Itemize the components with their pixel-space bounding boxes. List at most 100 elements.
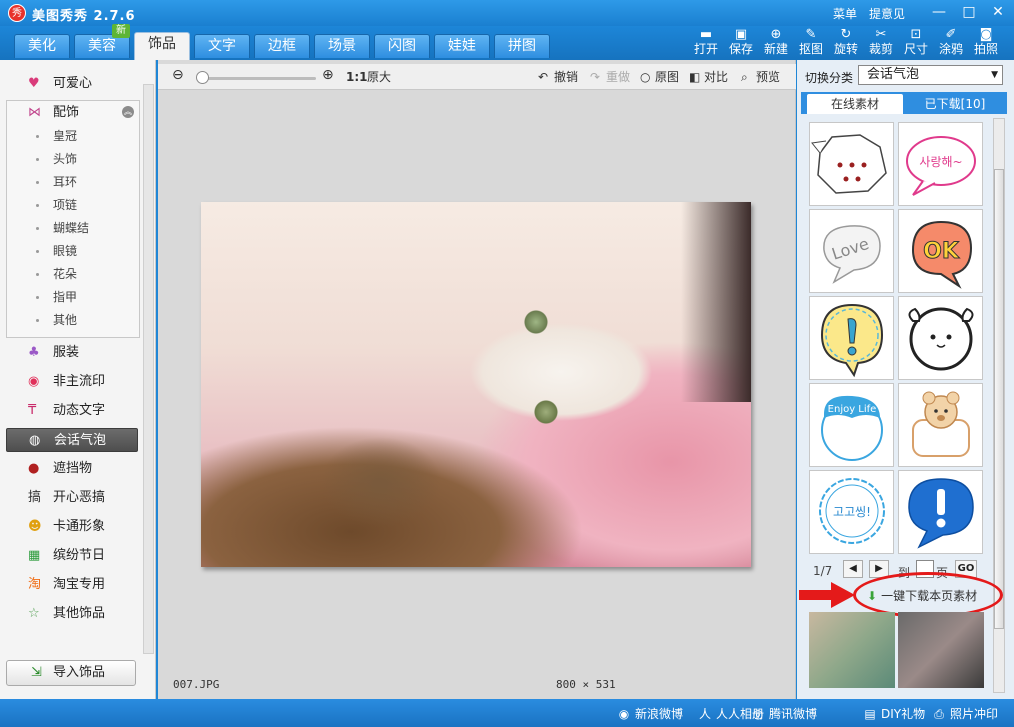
bullet-icon (36, 273, 39, 276)
close-button[interactable]: ✕ (987, 3, 1009, 21)
sidebar-item-speech-bubble[interactable]: ◍ 会话气泡 (6, 428, 138, 452)
original-button[interactable]: 原图 (655, 69, 679, 85)
sticker-blue-exclaim-bubble[interactable] (898, 470, 983, 554)
tab-collage[interactable]: 拼图 (494, 34, 550, 58)
tab-online-stickers[interactable]: 在线素材 (807, 94, 903, 114)
menu-link[interactable]: 菜单 (833, 5, 857, 22)
sidebar-item-festival[interactable]: ▦ 缤纷节日 (6, 544, 138, 568)
preview-icon[interactable]: ⌕ (741, 69, 748, 85)
minimize-button[interactable]: — (928, 3, 950, 21)
tab-downloaded-stickers[interactable]: 已下载[10] (905, 94, 1005, 114)
zoom-slider-handle[interactable] (196, 71, 209, 84)
sticker-ok-bubble[interactable]: OK (898, 209, 983, 293)
promo-image-fashion[interactable] (898, 612, 984, 688)
cutout-icon: ✎ (805, 27, 817, 42)
resize-icon: ⊡ (910, 27, 922, 42)
sticker-enjoy-life-bubble[interactable]: Enjoy Life (809, 383, 894, 467)
photo-shadow (681, 202, 751, 402)
redo-icon[interactable]: ↷ (590, 69, 600, 85)
preview-button[interactable]: 预览 (756, 69, 780, 85)
actual-size-button[interactable]: 原大 (367, 69, 391, 85)
undo-icon[interactable]: ↶ (538, 69, 548, 85)
sticker-blue-doodle-bubble[interactable]: 고고씽! (809, 470, 894, 554)
folder-icon: ▬ (699, 27, 713, 42)
rotate-button[interactable]: ↻ 旋转 (830, 28, 862, 58)
promo-image-bag[interactable] (809, 612, 895, 688)
sidebar-scrollbar[interactable] (143, 84, 154, 654)
undo-button[interactable]: 撤销 (554, 69, 578, 85)
brush-icon: ✐ (945, 27, 957, 42)
sticker-dotted-bubble[interactable] (809, 122, 894, 206)
subitem-nails[interactable]: 指甲 (53, 289, 77, 305)
tab-flash[interactable]: 闪图 (374, 34, 430, 58)
redo-button[interactable]: 重做 (606, 69, 630, 85)
sidebar-item-clothing[interactable]: ♣ 服装 (6, 341, 138, 365)
crop-button[interactable]: ✂ 裁剪 (865, 28, 897, 58)
category-select[interactable]: 会话气泡 ▼ (858, 65, 1003, 85)
tencent-weibo-link[interactable]: ◎ 腾讯微博 (750, 705, 817, 722)
sidebar-item-cartoon[interactable]: ☻ 卡通形象 (6, 515, 138, 539)
prev-page-button[interactable]: ◀ (843, 560, 863, 578)
photo-print-link[interactable]: ⎙ 照片冲印 (931, 705, 998, 722)
tab-doll[interactable]: 娃娃 (434, 34, 490, 58)
subitem-glasses[interactable]: 眼镜 (53, 243, 77, 259)
sticker-blue-doodle-text: 고고씽! (833, 505, 871, 519)
zoom-in-icon[interactable]: ⊕ (322, 67, 334, 83)
category-label: 切换分类 (805, 71, 854, 85)
cat-photo[interactable] (201, 202, 751, 567)
new-button[interactable]: ⊕ 新建 (760, 28, 792, 58)
sticker-exclaim-yellow-bubble[interactable] (809, 296, 894, 380)
subitem-other[interactable]: 其他 (53, 312, 77, 328)
zoom-slider[interactable] (200, 77, 316, 80)
subitem-flowers[interactable]: 花朵 (53, 266, 77, 282)
diy-gift-link[interactable]: ▤ DIY礼物 (862, 705, 925, 722)
save-button[interactable]: ▣ 保存 (725, 28, 757, 58)
sidebar-item-cover[interactable]: ● 遮挡物 (6, 457, 138, 481)
download-page-link[interactable]: ⬇ 一键下载本页素材 (867, 587, 977, 604)
sidebar-item-fun[interactable]: 搞 开心恶搞 (6, 486, 138, 510)
camera-button[interactable]: ◙ 拍照 (970, 28, 1002, 58)
subitem-bowtie[interactable]: 蝴蝶结 (53, 220, 89, 236)
sidebar-item-animated-text[interactable]: ₸ 动态文字 (6, 399, 138, 423)
tab-accessories[interactable]: 饰品 (134, 32, 190, 60)
subitem-necklace[interactable]: 项链 (53, 197, 77, 213)
actual-size-ratio[interactable]: 1:1 (346, 69, 368, 85)
sticker-korean-bubble[interactable]: 사랑해~ (898, 122, 983, 206)
sidebar-item-taobao[interactable]: 淘 淘宝专用 (6, 573, 138, 597)
import-accessory-button[interactable]: ⇲ 导入饰品 (6, 660, 136, 686)
original-icon[interactable]: ○ (640, 69, 650, 85)
subitem-headwear[interactable]: 头饰 (53, 151, 77, 167)
sticker-bear-bubble-art (912, 391, 970, 457)
maximize-button[interactable]: □ (958, 3, 980, 21)
tab-text[interactable]: 文字 (194, 34, 250, 58)
tab-scene[interactable]: 场景 (314, 34, 370, 58)
sidebar-item-accessories[interactable]: ⋈ 配饰 (6, 101, 138, 125)
fun-icon: 搞 (28, 490, 42, 505)
sticker-blue-doodle-art: 고고씽! (819, 478, 885, 544)
collapse-icon[interactable]: ︽ (122, 106, 134, 118)
open-button[interactable]: ▬ 打开 (690, 28, 722, 58)
sticker-scrollbar[interactable] (993, 118, 1005, 693)
compare-icon[interactable]: ◧ (689, 69, 700, 85)
brush-button[interactable]: ✐ 涂鸦 (935, 28, 967, 58)
sticker-face-bubble[interactable] (898, 296, 983, 380)
sticker-love-bubble-art: Love (823, 225, 881, 284)
zoom-out-icon[interactable]: ⊖ (172, 67, 184, 83)
tab-frame[interactable]: 边框 (254, 34, 310, 58)
sticker-love-bubble[interactable]: Love (809, 209, 894, 293)
tab-beautify[interactable]: 美化 (14, 34, 70, 58)
subitem-earrings[interactable]: 耳环 (53, 174, 77, 190)
resize-button[interactable]: ⊡ 尺寸 (900, 28, 932, 58)
feedback-link[interactable]: 提意见 (869, 5, 905, 22)
compare-button[interactable]: 对比 (704, 69, 728, 85)
scroll-thumb[interactable] (994, 169, 1004, 629)
sticker-bear-bubble[interactable] (898, 383, 983, 467)
subitem-crown[interactable]: 皇冠 (53, 128, 77, 144)
sidebar-item-nonmainstream[interactable]: ◉ 非主流印 (6, 370, 138, 394)
sina-weibo-link[interactable]: ◉ 新浪微博 (616, 705, 683, 722)
app-title: 美图秀秀 2.7.6 (32, 9, 136, 24)
sidebar-item-cute-heart[interactable]: ♥ 可爱心 (6, 72, 138, 96)
sidebar-item-other[interactable]: ☆ 其他饰品 (6, 602, 138, 626)
bow-icon: ⋈ (28, 105, 41, 120)
cutout-button[interactable]: ✎ 抠图 (795, 28, 827, 58)
